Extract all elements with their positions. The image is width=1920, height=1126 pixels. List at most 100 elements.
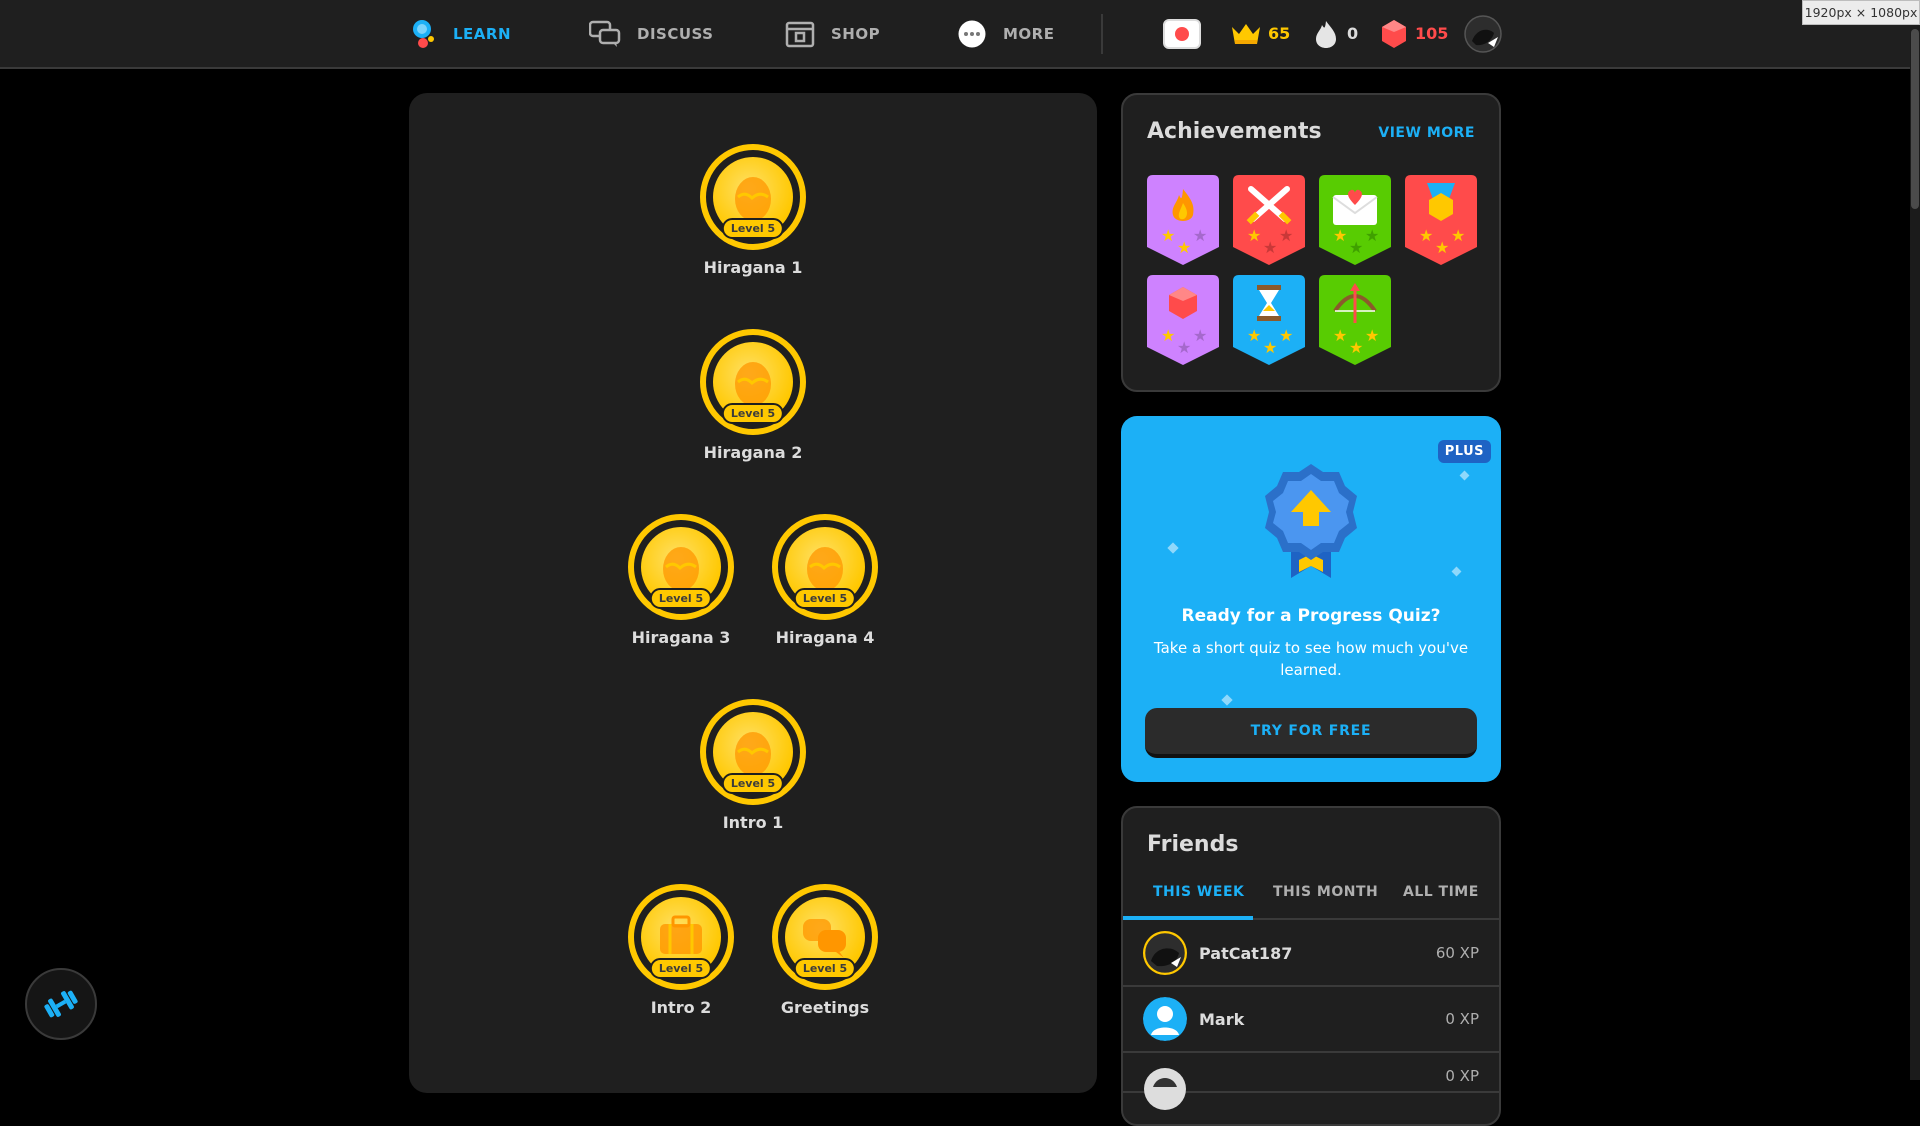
svg-text:★: ★ xyxy=(1349,338,1363,357)
sparkle-decoration xyxy=(1167,542,1179,554)
gems-counter[interactable]: 105 xyxy=(1381,0,1448,67)
svg-text:★: ★ xyxy=(1365,226,1379,245)
tab-all-time[interactable]: ALL TIME xyxy=(1403,884,1479,900)
nav-learn[interactable]: LEARN xyxy=(411,0,511,67)
nav-divider xyxy=(1101,14,1103,54)
egg-icon xyxy=(735,732,771,776)
nav-discuss-label: DISCUSS xyxy=(637,24,714,43)
skill-level-badge: Level 5 xyxy=(793,958,857,979)
skill-name: Hiragana 2 xyxy=(703,443,803,462)
svg-text:★: ★ xyxy=(1161,226,1175,245)
gem-icon xyxy=(1382,19,1406,48)
svg-text:★: ★ xyxy=(1333,226,1347,245)
egg-icon xyxy=(663,547,699,591)
skill-hiragana-1[interactable]: Level 5 Hiragana 1 xyxy=(653,144,853,277)
bow-arrow-icon[interactable]: ★★★ xyxy=(1319,275,1391,365)
friend-xp: 0 XP xyxy=(1445,1067,1479,1085)
svg-text:★: ★ xyxy=(1451,226,1465,245)
skill-ring: Level 5 xyxy=(772,514,878,620)
svg-text:★: ★ xyxy=(1177,338,1191,357)
skill-name: Intro 1 xyxy=(722,813,784,832)
default-user-avatar-icon xyxy=(1143,997,1187,1041)
sparkle-decoration xyxy=(1459,470,1470,481)
streak-count: 0 xyxy=(1347,24,1359,43)
learn-icon xyxy=(411,19,437,49)
flame-icon[interactable]: ★★★ xyxy=(1147,175,1219,265)
sparkle-decoration xyxy=(1451,566,1462,577)
plus-tag: PLUS xyxy=(1437,440,1491,463)
skill-name: Hiragana 4 xyxy=(775,628,875,647)
achievements-title: Achievements xyxy=(1147,119,1322,144)
crowns-counter[interactable]: 65 xyxy=(1230,0,1290,67)
friend-name: Mark xyxy=(1199,1009,1245,1029)
nav-more-label: MORE xyxy=(1003,24,1055,43)
medal-icon[interactable]: ★★★ xyxy=(1405,175,1477,265)
nav-shop[interactable]: SHOP xyxy=(785,0,880,67)
scrollbar-thumb[interactable] xyxy=(1911,29,1919,209)
more-icon xyxy=(957,19,987,49)
skill-intro-1[interactable]: Level 5 Intro 1 xyxy=(653,699,853,832)
skill-ring: Level 5 xyxy=(628,514,734,620)
skill-ring: Level 5 xyxy=(628,884,734,990)
friend-row[interactable]: Mark 0 XP xyxy=(1123,987,1499,1053)
svg-text:★: ★ xyxy=(1263,238,1277,257)
friends-title: Friends xyxy=(1147,832,1239,857)
cat-avatar-icon xyxy=(1143,931,1187,975)
nav-discuss[interactable]: DISCUSS xyxy=(589,0,713,67)
svg-text:★: ★ xyxy=(1193,226,1207,245)
skill-hiragana-2[interactable]: Level 5 Hiragana 2 xyxy=(653,329,853,462)
skill-level-badge: Level 5 xyxy=(721,218,785,239)
svg-text:★: ★ xyxy=(1193,326,1207,345)
svg-text:★: ★ xyxy=(1349,238,1363,257)
friend-name: PatCat187 xyxy=(1199,943,1293,963)
friend-row[interactable]: PatCat187 60 XP xyxy=(1123,921,1499,987)
skill-ring: Level 5 xyxy=(700,329,806,435)
skill-level-badge: Level 5 xyxy=(649,588,713,609)
crown-icon xyxy=(1232,23,1260,44)
love-letter-icon[interactable]: ★★★ xyxy=(1319,175,1391,265)
chat-bubbles-icon xyxy=(803,919,846,958)
progress-quiz-title: Ready for a Progress Quiz? xyxy=(1181,606,1441,626)
active-tab-indicator xyxy=(1123,916,1253,920)
practice-weights-button[interactable] xyxy=(25,968,97,1040)
tab-this-week[interactable]: THIS WEEK xyxy=(1153,884,1244,900)
friend-avatar xyxy=(1143,931,1187,975)
svg-text:★: ★ xyxy=(1279,326,1293,345)
friend-avatar xyxy=(1143,997,1187,1041)
hourglass-icon[interactable]: ★★★ xyxy=(1233,275,1305,365)
profile-avatar[interactable] xyxy=(1464,0,1502,67)
gem-icon[interactable]: ★★★ xyxy=(1147,275,1219,365)
svg-text:★: ★ xyxy=(1247,326,1261,345)
crowns-count: 65 xyxy=(1268,24,1291,43)
egg-icon xyxy=(735,362,771,406)
skill-level-badge: Level 5 xyxy=(721,773,785,794)
tab-this-month[interactable]: THIS MONTH xyxy=(1273,884,1378,900)
friend-row[interactable]: 0 XP xyxy=(1123,1053,1499,1110)
sparkle-decoration xyxy=(1221,694,1233,706)
streak-counter[interactable]: 0 xyxy=(1313,0,1358,67)
nav-shop-label: SHOP xyxy=(831,24,881,43)
skill-name: Hiragana 1 xyxy=(703,258,803,277)
svg-text:★: ★ xyxy=(1161,326,1175,345)
streak-flame-icon xyxy=(1316,20,1336,48)
view-more-link[interactable]: VIEW MORE xyxy=(1378,125,1475,141)
suitcase-icon xyxy=(660,915,702,954)
shop-icon xyxy=(785,20,815,48)
skill-hiragana-4[interactable]: Level 5 Hiragana 4 xyxy=(725,514,925,647)
try-for-free-button[interactable]: TRY FOR FREE xyxy=(1145,708,1477,758)
viewport-size-badge: 1920px × 1080px xyxy=(1802,0,1920,25)
progress-quiz-description: Take a short quiz to see how much you've… xyxy=(1153,639,1469,679)
egg-icon xyxy=(735,177,771,221)
discuss-icon xyxy=(589,20,621,48)
svg-text:★: ★ xyxy=(1247,226,1261,245)
skill-ring: Level 5 xyxy=(772,884,878,990)
skill-greetings[interactable]: Level 5 Greetings xyxy=(725,884,925,1017)
skill-ring: Level 5 xyxy=(700,144,806,250)
skill-tree-panel: Level 5 Hiragana 1 Level 5 Hiragana 2 Le… xyxy=(409,93,1097,1093)
svg-text:★: ★ xyxy=(1333,326,1347,345)
crossed-swords-icon[interactable]: ★★★ xyxy=(1233,175,1305,265)
nav-more[interactable]: MORE xyxy=(957,0,1054,67)
progress-badge-icon xyxy=(1265,464,1357,578)
user-avatar-icon xyxy=(1144,1068,1186,1110)
language-flag[interactable] xyxy=(1163,0,1201,67)
